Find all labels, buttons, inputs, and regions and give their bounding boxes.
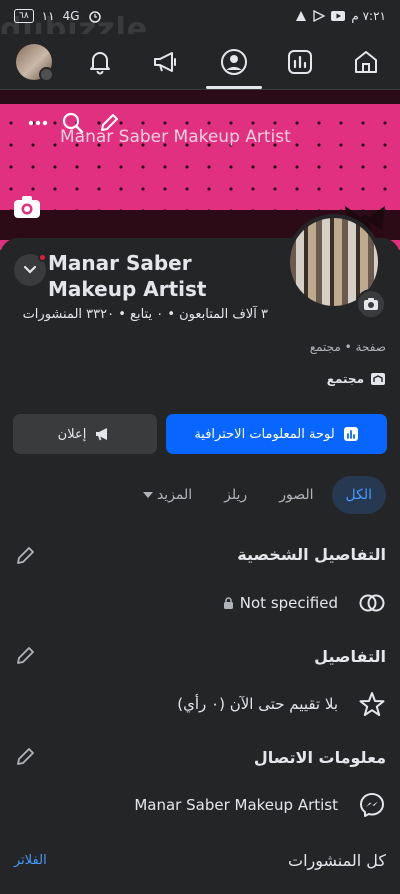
active-tab-indicator: [206, 86, 262, 89]
tab-all[interactable]: الكل: [331, 476, 386, 514]
youtube-icon: [331, 11, 346, 21]
tab-reels[interactable]: ريلز: [210, 476, 261, 514]
edit-pencil-icon[interactable]: [98, 112, 120, 134]
edit-personal-details-pencil-icon[interactable]: [14, 545, 36, 567]
dashboard-chart-icon[interactable]: [282, 44, 318, 80]
cover-top-band: [0, 90, 400, 104]
contact-row: Manar Saber Makeup Artist: [14, 790, 386, 820]
profile-tabs: الكل الصور ريلز المزيد: [129, 476, 386, 514]
search-icon[interactable]: [62, 112, 84, 134]
profile-camera-icon[interactable]: [356, 289, 386, 319]
filters-link[interactable]: الفلاتر: [14, 853, 47, 868]
status-right: ٧:٢١ م: [295, 9, 386, 23]
professional-dashboard-button[interactable]: لوحة المعلومات الاحترافية: [166, 414, 387, 454]
warning-icon: [296, 11, 307, 21]
dashboard-icon: [343, 427, 358, 441]
category-label: مجتمع: [326, 372, 364, 386]
home-icon[interactable]: [348, 44, 384, 80]
edit-contact-pencil-icon[interactable]: [14, 746, 36, 768]
not-specified-text: Not specified: [239, 594, 338, 612]
section-personal-details-title: التفاصيل الشخصية: [237, 545, 386, 564]
page-stats[interactable]: ٣ آلاف المتابعون • ٠ يتابع • ٣٣٢٠ المنشو…: [23, 307, 268, 322]
menu-badge-icon: [39, 67, 54, 82]
tab-more-label: المزيد: [156, 487, 193, 503]
personal-details-value: Not specified: [223, 594, 338, 612]
chevron-down-icon: [23, 265, 37, 274]
rating-text: بلا تقييم حتى الآن (٠ رأي): [177, 695, 338, 713]
messenger-icon: [358, 791, 386, 819]
messenger-name[interactable]: Manar Saber Makeup Artist: [134, 796, 338, 814]
clock: ٧:٢١ م: [351, 9, 386, 23]
page-name: Manar Saber Makeup Artist: [48, 251, 207, 301]
page-meta: صفحة • مجتمع: [309, 340, 386, 354]
section-details-title: التفاصيل: [314, 647, 386, 666]
all-posts-row: الفلاتر كل المنشورات: [14, 846, 386, 874]
dashboard-label: لوحة المعلومات الاحترافية: [194, 426, 335, 442]
top-nav: [0, 34, 400, 90]
more-dots-icon[interactable]: [28, 120, 48, 126]
tab-more[interactable]: المزيد: [129, 476, 206, 514]
nav-avatar[interactable]: [16, 44, 54, 82]
cover-actions: [28, 112, 120, 134]
caret-down-icon: [142, 492, 153, 498]
megaphone-icon: [96, 428, 108, 441]
lock-icon: [223, 596, 233, 609]
account-switch-button[interactable]: [14, 253, 47, 286]
details-row: بلا تقييم حتى الآن (٠ رأي): [14, 689, 386, 719]
play-store-icon: [313, 10, 326, 22]
megaphone-icon[interactable]: [148, 44, 184, 80]
notification-dot: [38, 253, 47, 262]
advertise-button[interactable]: إعلان: [13, 414, 157, 454]
profile-tab-icon[interactable]: [216, 44, 252, 80]
notifications-bell-icon[interactable]: [82, 44, 118, 80]
section-contact-info-title: معلومات الاتصال: [253, 748, 386, 767]
tab-photos[interactable]: الصور: [265, 476, 327, 514]
relationship-rings-icon: [358, 589, 386, 617]
edit-details-pencil-icon[interactable]: [14, 645, 36, 667]
category-tag-icon: [371, 373, 385, 385]
advertise-label: إعلان: [57, 426, 87, 442]
star-icon: [358, 690, 386, 718]
personal-details-row: Not specified: [14, 588, 386, 618]
all-posts-title: كل المنشورات: [288, 850, 386, 870]
cover-camera-icon[interactable]: [12, 194, 44, 222]
page-category: مجتمع: [327, 372, 386, 386]
